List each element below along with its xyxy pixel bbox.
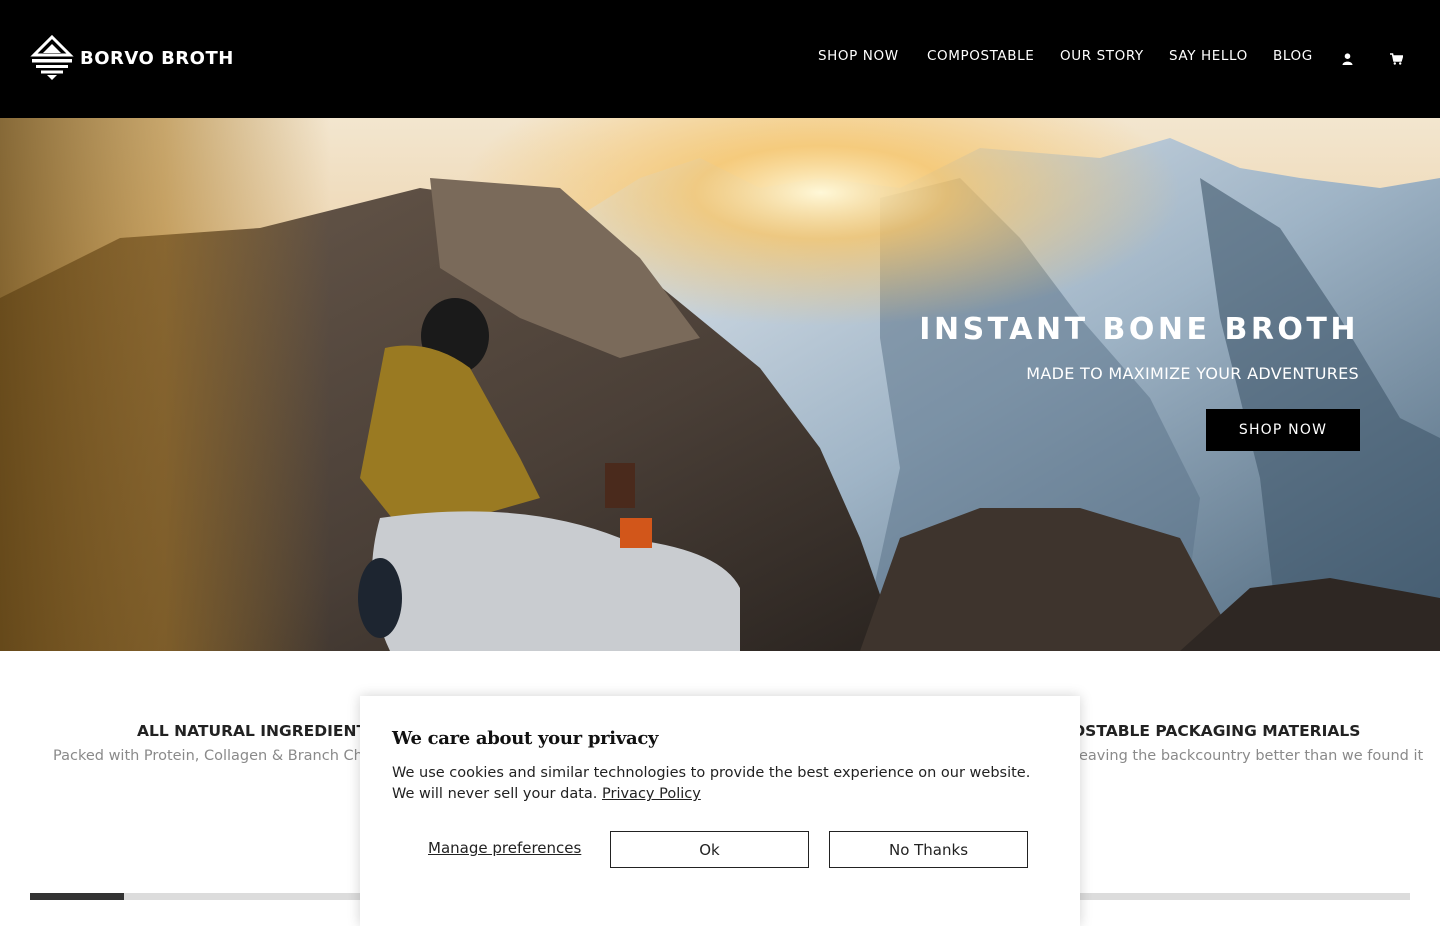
cart-icon[interactable] xyxy=(1390,50,1404,69)
feature-subtitle-packaging: eaving the backcountry better than we fo… xyxy=(1079,748,1424,764)
nav-our-story[interactable]: OUR STORY xyxy=(1060,48,1144,64)
manage-preferences-link[interactable]: Manage preferences xyxy=(428,839,581,857)
site-header: BORVO BROTH SHOP NOW COMPOSTABLE OUR STO… xyxy=(0,0,1440,118)
nav-shop-now[interactable]: SHOP NOW xyxy=(818,48,899,64)
cookie-consent-dialog: We care about your privacy We use cookie… xyxy=(360,696,1080,926)
cookie-ok-button[interactable]: Ok xyxy=(610,831,809,868)
cookie-body-text: We use cookies and similar technologies … xyxy=(392,765,1031,802)
privacy-policy-link[interactable]: Privacy Policy xyxy=(602,786,701,802)
nav-say-hello[interactable]: SAY HELLO xyxy=(1169,48,1248,64)
brand-logo[interactable]: BORVO BROTH xyxy=(30,35,234,81)
mountain-logo-icon xyxy=(30,35,74,80)
feature-title-packaging: OSTABLE PACKAGING MATERIALS xyxy=(1072,722,1361,740)
cookie-message: We use cookies and similar technologies … xyxy=(392,763,1052,805)
nav-compostable[interactable]: COMPOSTABLE xyxy=(927,48,1034,64)
feature-subtitle-ingredients: Packed with Protein, Collagen & Branch C… xyxy=(53,748,400,764)
hero-banner: INSTANT BONE BROTH MADE TO MAXIMIZE YOUR… xyxy=(0,118,1440,651)
feature-title-ingredients: ALL NATURAL INGREDIENTS xyxy=(137,722,379,740)
cookie-no-thanks-button[interactable]: No Thanks xyxy=(829,831,1028,868)
nav-blog[interactable]: BLOG xyxy=(1273,48,1313,64)
hero-shop-now-button[interactable]: SHOP NOW xyxy=(1206,409,1360,451)
hero-photo xyxy=(0,118,1440,651)
hero-subtitle: MADE TO MAXIMIZE YOUR ADVENTURES xyxy=(1026,364,1359,383)
user-icon[interactable] xyxy=(1342,50,1353,69)
cookie-title: We care about your privacy xyxy=(392,728,659,749)
carousel-progress-fill xyxy=(30,893,124,900)
hero-title: INSTANT BONE BROTH xyxy=(919,312,1359,347)
brand-name: BORVO BROTH xyxy=(80,47,234,69)
